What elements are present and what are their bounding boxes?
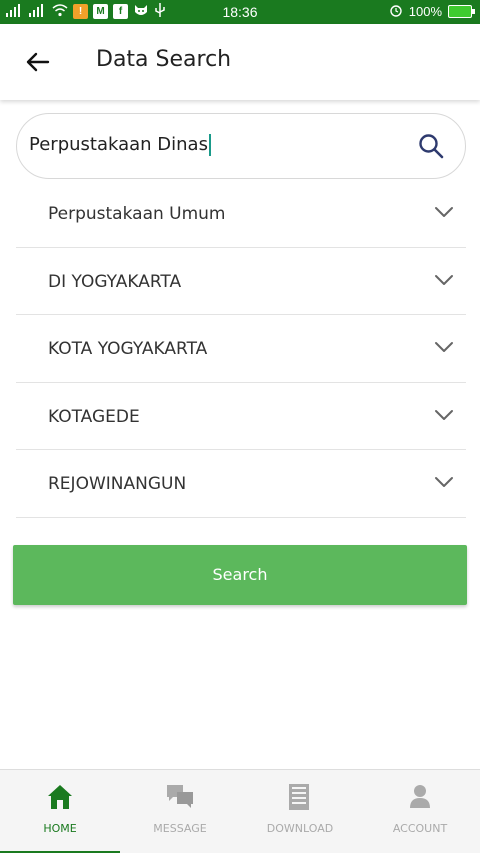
dropdown-province[interactable]: DI YOGYAKARTA [16, 248, 466, 315]
search-input[interactable]: Perpustakaan Dinas [29, 134, 211, 156]
filter-dropdown-list: Perpustakaan Umum DI YOGYAKARTA KOTA YOG… [16, 180, 466, 518]
chevron-down-icon [435, 207, 453, 217]
nav-label: ACCOUNT [392, 822, 448, 835]
battery-icon [448, 4, 475, 18]
dropdown-label: KOTA YOGYAKARTA [48, 339, 208, 359]
nav-home[interactable]: HOME [0, 770, 120, 853]
nav-label: MESSAGE [153, 822, 207, 835]
text-caret [208, 134, 211, 156]
page-title: Data Search [96, 47, 232, 72]
nav-label: HOME [43, 822, 77, 835]
alarm-icon [389, 3, 403, 19]
dropdown-district[interactable]: KOTAGEDE [16, 383, 466, 450]
message-icon [167, 785, 193, 808]
account-icon [410, 785, 430, 808]
chevron-down-icon [435, 274, 453, 285]
bottom-navigation: HOME MESSAGE DOWNLOAD ACCOUNT [0, 769, 480, 853]
dropdown-city[interactable]: KOTA YOGYAKARTA [16, 315, 466, 383]
dropdown-label: REJOWINANGUN [48, 474, 187, 494]
dropdown-label: Perpustakaan Umum [48, 204, 226, 224]
search-field[interactable]: Perpustakaan Dinas [16, 113, 466, 179]
dropdown-label: KOTAGEDE [48, 406, 140, 427]
download-icon [289, 784, 309, 810]
search-icon[interactable] [417, 132, 445, 160]
battery-percent: 100% [408, 3, 442, 19]
dropdown-library-type[interactable]: Perpustakaan Umum [16, 180, 466, 248]
nav-account[interactable]: ACCOUNT [360, 770, 480, 853]
nav-message[interactable]: MESSAGE [120, 770, 240, 853]
chevron-down-icon [435, 342, 453, 352]
home-icon [48, 785, 72, 809]
dropdown-label: DI YOGYAKARTA [48, 271, 182, 292]
search-input-value: Perpustakaan Dinas [29, 134, 208, 155]
dropdown-village[interactable]: REJOWINANGUN [16, 450, 466, 518]
back-arrow-icon[interactable] [24, 48, 52, 76]
status-icons-right: 100% [389, 3, 475, 19]
chevron-down-icon [435, 409, 453, 420]
status-bar: ! M f 18:36 100% [0, 0, 480, 24]
chevron-down-icon [435, 477, 453, 487]
nav-download[interactable]: DOWNLOAD [240, 770, 360, 853]
nav-label: DOWNLOAD [266, 822, 334, 835]
search-button[interactable]: Search [13, 545, 467, 605]
app-bar: Data Search [0, 24, 480, 100]
